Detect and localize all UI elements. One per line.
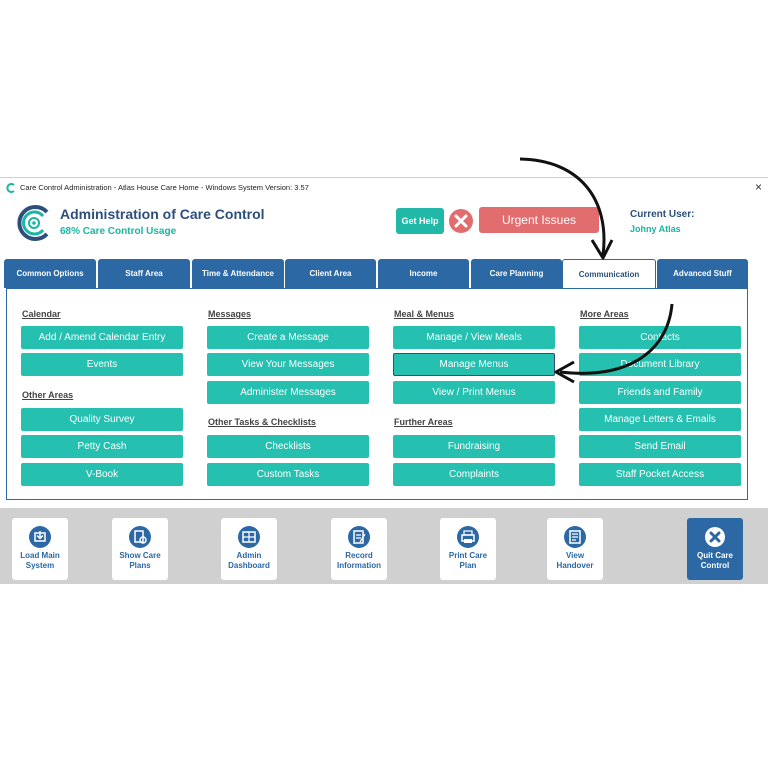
record-information-button[interactable]: Record Information <box>331 518 387 580</box>
staff-pocket-access-button[interactable]: Staff Pocket Access <box>579 463 741 486</box>
admin-dashboard-button[interactable]: Admin Dashboard <box>221 518 277 580</box>
quality-survey-button[interactable]: Quality Survey <box>21 408 183 431</box>
close-circle-icon[interactable] <box>449 209 473 233</box>
section-other-areas: Other Areas <box>22 390 74 400</box>
tab-advanced-stuff[interactable]: Advanced Stuff <box>657 259 748 288</box>
checklists-button[interactable]: Checklists <box>207 435 369 458</box>
section-other-tasks: Other Tasks & Checklists <box>208 417 316 427</box>
tab-bar: Common Options Staff Area Time & Attenda… <box>4 259 748 289</box>
urgent-issues-button[interactable]: Urgent Issues <box>479 207 599 233</box>
section-more-areas: More Areas <box>580 309 629 319</box>
handover-icon <box>564 526 586 548</box>
load-main-system-button[interactable]: Load Main System <box>12 518 68 580</box>
section-meal-menus: Meal & Menus <box>394 309 455 319</box>
custom-tasks-button[interactable]: Custom Tasks <box>207 463 369 486</box>
view-print-menus-button[interactable]: View / Print Menus <box>393 381 555 404</box>
manage-menus-button[interactable]: Manage Menus <box>393 353 555 376</box>
window-close-button[interactable]: × <box>755 180 762 194</box>
manage-letters-emails-button[interactable]: Manage Letters & Emails <box>579 408 741 431</box>
current-user-name: Johny Atlas <box>630 224 681 234</box>
tool-label: Print Care Plan <box>448 551 488 570</box>
view-messages-button[interactable]: View Your Messages <box>207 353 369 376</box>
section-calendar: Calendar <box>22 309 61 319</box>
app-title: Administration of Care Control <box>60 206 265 222</box>
send-email-button[interactable]: Send Email <box>579 435 741 458</box>
tab-income[interactable]: Income <box>378 259 469 288</box>
dashboard-icon <box>238 526 260 548</box>
tab-client-area[interactable]: Client Area <box>285 259 376 288</box>
load-icon <box>29 526 51 548</box>
tool-label: View Handover <box>556 551 594 570</box>
usage-text: 68% Care Control Usage <box>60 226 177 237</box>
petty-cash-button[interactable]: Petty Cash <box>21 435 183 458</box>
document-library-button[interactable]: Document Library <box>579 353 741 376</box>
contacts-button[interactable]: Contacts <box>579 326 741 349</box>
print-icon <box>457 526 479 548</box>
tab-common-options[interactable]: Common Options <box>4 259 96 288</box>
fundraising-button[interactable]: Fundraising <box>393 435 555 458</box>
tab-communication[interactable]: Communication <box>562 259 656 289</box>
tool-label: Record Information <box>337 551 381 570</box>
record-icon <box>348 526 370 548</box>
administer-messages-button[interactable]: Administer Messages <box>207 381 369 404</box>
section-messages: Messages <box>208 309 252 319</box>
v-book-button[interactable]: V-Book <box>21 463 183 486</box>
friends-family-button[interactable]: Friends and Family <box>579 381 741 404</box>
title-bar: Care Control Administration - Atlas Hous… <box>0 178 768 198</box>
tab-time-attendance[interactable]: Time & Attendance <box>192 259 284 288</box>
tab-care-planning[interactable]: Care Planning <box>471 259 562 288</box>
show-care-plans-button[interactable]: Show Care Plans <box>112 518 168 580</box>
app-logo-icon <box>6 183 15 193</box>
add-amend-calendar-button[interactable]: Add / Amend Calendar Entry <box>21 326 183 349</box>
events-button[interactable]: Events <box>21 353 183 376</box>
care-control-logo-icon <box>17 205 49 241</box>
complaints-button[interactable]: Complaints <box>393 463 555 486</box>
tool-label: Show Care Plans <box>119 551 161 570</box>
communication-panel: Calendar Add / Amend Calendar Entry Even… <box>6 288 748 500</box>
get-help-button[interactable]: Get Help <box>396 208 444 234</box>
manage-view-meals-button[interactable]: Manage / View Meals <box>393 326 555 349</box>
window-title: Care Control Administration - Atlas Hous… <box>20 183 309 192</box>
current-user-label: Current User: <box>630 209 695 220</box>
section-further-areas: Further Areas <box>394 417 453 427</box>
app-window: Care Control Administration - Atlas Hous… <box>0 177 768 584</box>
tool-label: Load Main System <box>20 551 60 570</box>
tool-label: Quit Care Control <box>696 551 733 570</box>
care-plan-icon <box>129 526 151 548</box>
bottom-toolbar: Load Main System Show Care Plans Admin D… <box>0 508 768 584</box>
create-message-button[interactable]: Create a Message <box>207 326 369 349</box>
print-care-plan-button[interactable]: Print Care Plan <box>440 518 496 580</box>
quit-care-control-button[interactable]: Quit Care Control <box>687 518 743 580</box>
view-handover-button[interactable]: View Handover <box>547 518 603 580</box>
tab-staff-area[interactable]: Staff Area <box>98 259 190 288</box>
quit-icon <box>705 527 725 547</box>
tool-label: Admin Dashboard <box>228 551 270 570</box>
app-header: Administration of Care Control 68% Care … <box>0 198 768 258</box>
